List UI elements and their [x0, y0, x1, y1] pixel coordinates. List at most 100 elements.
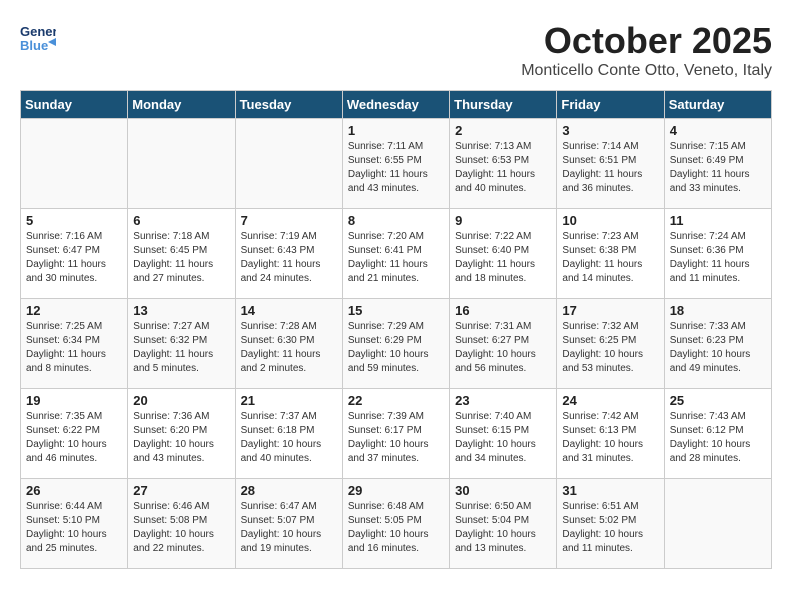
calendar-cell [235, 119, 342, 209]
calendar-cell: 8 Sunrise: 7:20 AM Sunset: 6:41 PM Daylig… [342, 209, 449, 299]
calendar-cell: 21 Sunrise: 7:37 AM Sunset: 6:18 PM Dayli… [235, 389, 342, 479]
calendar-cell: 27Sunrise: 6:46 AM Sunset: 5:08 PM Dayli… [128, 479, 235, 569]
day-number: 31 [562, 483, 658, 498]
day-info: Sunrise: 7:19 AM Sunset: 6:43 PM Dayligh… [241, 230, 337, 286]
day-info: Sunrise: 7:36 AM Sunset: 6:20 PM Dayligh… [133, 410, 229, 466]
day-info: Sunrise: 7:43 AM Sunset: 6:12 PM Dayligh… [670, 410, 766, 466]
calendar-week-2: 5 Sunrise: 7:16 AM Sunset: 6:47 PM Daylig… [21, 209, 772, 299]
calendar-cell: 2Sunrise: 7:13 AM Sunset: 6:53 PM Daylig… [450, 119, 557, 209]
calendar-body: 1Sunrise: 7:11 AM Sunset: 6:55 PM Daylig… [21, 119, 772, 569]
calendar-cell: 15 Sunrise: 7:29 AM Sunset: 6:29 PM Dayli… [342, 299, 449, 389]
day-number: 24 [562, 393, 658, 408]
calendar-cell: 13 Sunrise: 7:27 AM Sunset: 6:32 PM Dayli… [128, 299, 235, 389]
svg-text:Blue: Blue [20, 38, 48, 53]
day-info: Sunrise: 6:50 AM Sunset: 5:04 PM Dayligh… [455, 500, 551, 556]
calendar-cell: 6 Sunrise: 7:18 AM Sunset: 6:45 PM Daylig… [128, 209, 235, 299]
day-number: 22 [348, 393, 444, 408]
day-info: Sunrise: 7:37 AM Sunset: 6:18 PM Dayligh… [241, 410, 337, 466]
day-info: Sunrise: 6:44 AM Sunset: 5:10 PM Dayligh… [26, 500, 122, 556]
day-number: 17 [562, 303, 658, 318]
day-header-monday: Monday [128, 91, 235, 119]
calendar-cell: 29 Sunrise: 6:48 AM Sunset: 5:05 PM Dayli… [342, 479, 449, 569]
calendar-cell: 12 Sunrise: 7:25 AM Sunset: 6:34 PM Dayli… [21, 299, 128, 389]
svg-text:General: General [20, 24, 56, 39]
calendar-cell: 22Sunrise: 7:39 AM Sunset: 6:17 PM Dayli… [342, 389, 449, 479]
day-header-sunday: Sunday [21, 91, 128, 119]
calendar-week-5: 26 Sunrise: 6:44 AM Sunset: 5:10 PM Dayli… [21, 479, 772, 569]
day-number: 13 [133, 303, 229, 318]
day-number: 23 [455, 393, 551, 408]
day-info: Sunrise: 7:16 AM Sunset: 6:47 PM Dayligh… [26, 230, 122, 286]
day-number: 1 [348, 123, 444, 138]
day-number: 14 [241, 303, 337, 318]
day-number: 20 [133, 393, 229, 408]
day-info: Sunrise: 7:27 AM Sunset: 6:32 PM Dayligh… [133, 320, 229, 376]
day-info: Sunrise: 6:48 AM Sunset: 5:05 PM Dayligh… [348, 500, 444, 556]
day-number: 28 [241, 483, 337, 498]
day-number: 29 [348, 483, 444, 498]
month-year-title: October 2025 [521, 20, 772, 62]
calendar-cell: 19 Sunrise: 7:35 AM Sunset: 6:22 PM Dayli… [21, 389, 128, 479]
day-number: 26 [26, 483, 122, 498]
calendar-cell [21, 119, 128, 209]
calendar-cell: 23 Sunrise: 7:40 AM Sunset: 6:15 PM Dayli… [450, 389, 557, 479]
day-header-saturday: Saturday [664, 91, 771, 119]
calendar-cell: 25Sunrise: 7:43 AM Sunset: 6:12 PM Dayli… [664, 389, 771, 479]
day-number: 30 [455, 483, 551, 498]
logo: General Blue [20, 20, 56, 56]
day-number: 15 [348, 303, 444, 318]
day-info: Sunrise: 7:31 AM Sunset: 6:27 PM Dayligh… [455, 320, 551, 376]
day-header-tuesday: Tuesday [235, 91, 342, 119]
day-info: Sunrise: 7:20 AM Sunset: 6:41 PM Dayligh… [348, 230, 444, 286]
calendar-cell: 11Sunrise: 7:24 AM Sunset: 6:36 PM Dayli… [664, 209, 771, 299]
day-info: Sunrise: 7:29 AM Sunset: 6:29 PM Dayligh… [348, 320, 444, 376]
day-info: Sunrise: 7:32 AM Sunset: 6:25 PM Dayligh… [562, 320, 658, 376]
calendar-cell [128, 119, 235, 209]
calendar-cell: 24Sunrise: 7:42 AM Sunset: 6:13 PM Dayli… [557, 389, 664, 479]
calendar-cell: 20 Sunrise: 7:36 AM Sunset: 6:20 PM Dayli… [128, 389, 235, 479]
day-number: 6 [133, 213, 229, 228]
day-number: 7 [241, 213, 337, 228]
day-info: Sunrise: 7:22 AM Sunset: 6:40 PM Dayligh… [455, 230, 551, 286]
day-number: 19 [26, 393, 122, 408]
calendar-cell: 3Sunrise: 7:14 AM Sunset: 6:51 PM Daylig… [557, 119, 664, 209]
calendar-cell: 4 Sunrise: 7:15 AM Sunset: 6:49 PM Daylig… [664, 119, 771, 209]
day-header-wednesday: Wednesday [342, 91, 449, 119]
calendar-week-4: 19 Sunrise: 7:35 AM Sunset: 6:22 PM Dayli… [21, 389, 772, 479]
day-info: Sunrise: 7:40 AM Sunset: 6:15 PM Dayligh… [455, 410, 551, 466]
day-header-thursday: Thursday [450, 91, 557, 119]
day-number: 27 [133, 483, 229, 498]
day-number: 18 [670, 303, 766, 318]
day-header-friday: Friday [557, 91, 664, 119]
calendar-week-1: 1Sunrise: 7:11 AM Sunset: 6:55 PM Daylig… [21, 119, 772, 209]
day-info: Sunrise: 7:25 AM Sunset: 6:34 PM Dayligh… [26, 320, 122, 376]
day-number: 3 [562, 123, 658, 138]
calendar-cell: 16Sunrise: 7:31 AM Sunset: 6:27 PM Dayli… [450, 299, 557, 389]
calendar-cell: 31 Sunrise: 6:51 AM Sunset: 5:02 PM Dayli… [557, 479, 664, 569]
day-info: Sunrise: 6:51 AM Sunset: 5:02 PM Dayligh… [562, 500, 658, 556]
calendar-week-3: 12 Sunrise: 7:25 AM Sunset: 6:34 PM Dayli… [21, 299, 772, 389]
title-section: October 2025 Monticello Conte Otto, Vene… [521, 20, 772, 80]
day-number: 8 [348, 213, 444, 228]
day-number: 9 [455, 213, 551, 228]
day-number: 4 [670, 123, 766, 138]
calendar-cell: 1Sunrise: 7:11 AM Sunset: 6:55 PM Daylig… [342, 119, 449, 209]
calendar-cell: 7 Sunrise: 7:19 AM Sunset: 6:43 PM Daylig… [235, 209, 342, 299]
day-info: Sunrise: 6:47 AM Sunset: 5:07 PM Dayligh… [241, 500, 337, 556]
calendar-cell [664, 479, 771, 569]
day-info: Sunrise: 7:35 AM Sunset: 6:22 PM Dayligh… [26, 410, 122, 466]
location-subtitle: Monticello Conte Otto, Veneto, Italy [521, 62, 772, 80]
day-info: Sunrise: 7:15 AM Sunset: 6:49 PM Dayligh… [670, 140, 766, 196]
day-number: 21 [241, 393, 337, 408]
calendar-cell: 28 Sunrise: 6:47 AM Sunset: 5:07 PM Dayli… [235, 479, 342, 569]
day-number: 11 [670, 213, 766, 228]
day-number: 5 [26, 213, 122, 228]
day-info: Sunrise: 7:33 AM Sunset: 6:23 PM Dayligh… [670, 320, 766, 376]
calendar-cell: 26 Sunrise: 6:44 AM Sunset: 5:10 PM Dayli… [21, 479, 128, 569]
day-number: 10 [562, 213, 658, 228]
day-number: 2 [455, 123, 551, 138]
day-info: Sunrise: 7:18 AM Sunset: 6:45 PM Dayligh… [133, 230, 229, 286]
calendar-header: SundayMondayTuesdayWednesdayThursdayFrid… [21, 91, 772, 119]
calendar-cell: 17 Sunrise: 7:32 AM Sunset: 6:25 PM Dayli… [557, 299, 664, 389]
day-number: 12 [26, 303, 122, 318]
